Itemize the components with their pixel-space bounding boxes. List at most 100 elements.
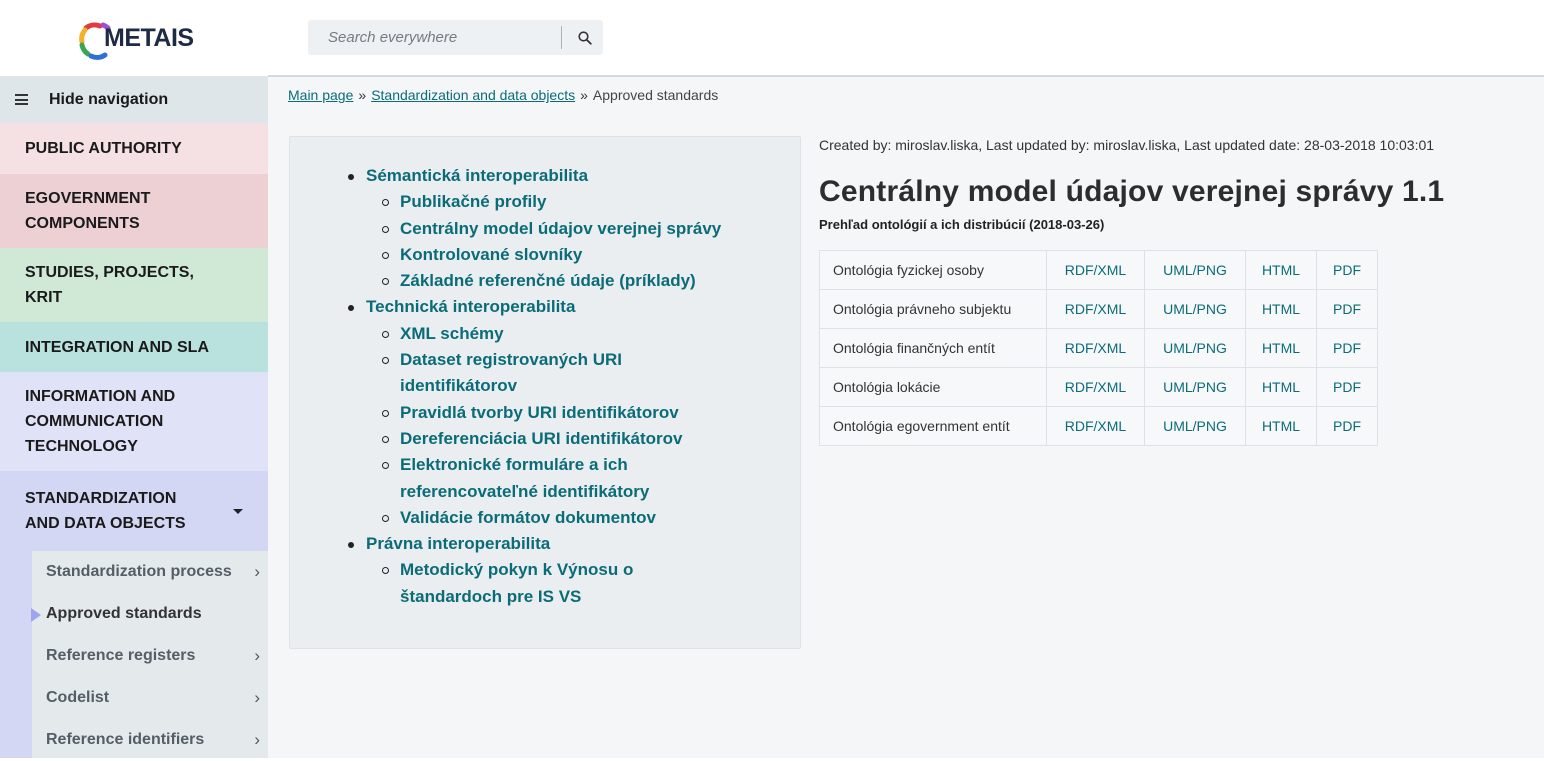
toc-link[interactable]: Sémantická interoperabilita [366, 166, 588, 185]
toc-section: Sémantická interoperabilita [348, 163, 721, 189]
sidebar: Hide navigation PUBLIC AUTHORITY EGOVERN… [0, 76, 268, 758]
sidebar-item-egovernment-components[interactable]: EGOVERNMENT COMPONENTS [0, 174, 268, 248]
subnav-label: Approved standards [46, 605, 202, 622]
table-cell: PDF [1316, 289, 1378, 329]
metais-logo[interactable]: METAIS [78, 20, 198, 60]
toc-link[interactable]: Validácie formátov dokumentov [400, 508, 656, 527]
main-content: Main page » Standardization and data objec… [268, 77, 1544, 758]
table-cell: UML/PNG [1144, 328, 1246, 368]
pdf-link[interactable]: PDF [1333, 340, 1361, 356]
html-link[interactable]: HTML [1262, 262, 1300, 278]
page-metadata: Created by: miroslav.liska, Last updated… [819, 137, 1435, 153]
toc-link[interactable]: Centrálny model údajov verejnej správy [400, 219, 721, 238]
ontology-name: Ontológia fyzickej osoby [819, 250, 1047, 290]
sidebar-submenu-wrapper: Standardization process › Approved stand… [0, 551, 268, 758]
toc-section: Právna interoperabilita [348, 531, 721, 557]
toc-link[interactable]: Právna interoperabilita [366, 534, 550, 553]
breadcrumb-separator: » [580, 87, 588, 103]
toc-item: Dataset registrovaných URI identifikátor… [348, 347, 721, 400]
toc-link[interactable]: Elektronické formuláre a ich referencova… [400, 452, 690, 505]
sidebar-item-public-authority[interactable]: PUBLIC AUTHORITY [0, 123, 268, 174]
toc-link[interactable]: Publikačné profily [400, 192, 546, 211]
pdf-link[interactable]: PDF [1333, 262, 1361, 278]
active-marker-icon [31, 608, 41, 622]
search-button[interactable] [566, 20, 603, 55]
ontology-table: Ontológia fyzickej osoby RDF/XML UML/PNG… [819, 250, 1378, 446]
rdf-xml-link[interactable]: RDF/XML [1065, 301, 1126, 317]
html-link[interactable]: HTML [1262, 301, 1300, 317]
toc-item: Publikačné profily [348, 189, 721, 215]
table-cell: HTML [1245, 367, 1317, 407]
table-cell: UML/PNG [1144, 250, 1246, 290]
table-cell: UML/PNG [1144, 406, 1246, 446]
subnav-standardization-process[interactable]: Standardization process › [32, 551, 268, 593]
table-row: Ontológia egovernment entít RDF/XML UML/… [819, 406, 1378, 446]
hide-navigation-toggle[interactable]: Hide navigation [0, 76, 268, 123]
hide-navigation-label: Hide navigation [49, 90, 169, 108]
toc-item: Dereferenciácia URI identifikátorov [348, 426, 721, 452]
table-cell: RDF/XML [1046, 406, 1145, 446]
table-row: Ontológia právneho subjektu RDF/XML UML/… [819, 289, 1378, 329]
search-input[interactable] [308, 20, 560, 55]
breadcrumb-main-page[interactable]: Main page [288, 87, 353, 103]
toc-link[interactable]: XML schémy [400, 324, 504, 343]
table-cell: HTML [1245, 328, 1317, 368]
pdf-link[interactable]: PDF [1333, 379, 1361, 395]
toc-link[interactable]: Dataset registrovaných URI identifikátor… [400, 347, 680, 400]
sidebar-item-ict[interactable]: INFORMATION AND COMMUNICATION TECHNOLOGY [0, 372, 268, 471]
breadcrumb-standardization[interactable]: Standardization and data objects [371, 87, 575, 103]
rdf-xml-link[interactable]: RDF/XML [1065, 340, 1126, 356]
pdf-link[interactable]: PDF [1333, 418, 1361, 434]
subnav-codelist[interactable]: Codelist › [32, 677, 268, 719]
toc-item: Kontrolované slovníky [348, 242, 721, 268]
html-link[interactable]: HTML [1262, 379, 1300, 395]
search-box [308, 20, 603, 55]
table-cell: PDF [1316, 328, 1378, 368]
sidebar-item-studies-projects-krit[interactable]: STUDIES, PROJECTS, KRIT [0, 248, 268, 322]
sidebar-item-integration-and-sla[interactable]: INTEGRATION AND SLA [0, 322, 268, 372]
html-link[interactable]: HTML [1262, 340, 1300, 356]
subnav-label: Reference identifiers [46, 731, 205, 748]
toc-link[interactable]: Technická interoperabilita [366, 297, 575, 316]
uml-png-link[interactable]: UML/PNG [1163, 301, 1227, 317]
uml-png-link[interactable]: UML/PNG [1163, 262, 1227, 278]
logo-area: METAIS [0, 0, 268, 76]
chevron-right-icon: › [254, 688, 260, 707]
toc-link[interactable]: Dereferenciácia URI identifikátorov [400, 429, 682, 448]
search-icon [577, 30, 592, 45]
table-cell: UML/PNG [1144, 367, 1246, 407]
ontology-name: Ontológia finančných entít [819, 328, 1047, 368]
toc-section: Technická interoperabilita [348, 294, 721, 320]
table-cell: UML/PNG [1144, 289, 1246, 329]
uml-png-link[interactable]: UML/PNG [1163, 340, 1227, 356]
html-link[interactable]: HTML [1262, 418, 1300, 434]
subnav-reference-identifiers[interactable]: Reference identifiers › [32, 719, 268, 761]
table-cell: PDF [1316, 367, 1378, 407]
uml-png-link[interactable]: UML/PNG [1163, 379, 1227, 395]
table-cell: HTML [1245, 406, 1317, 446]
sidebar-item-label: STUDIES, PROJECTS, KRIT [25, 264, 194, 306]
uml-png-link[interactable]: UML/PNG [1163, 418, 1227, 434]
sidebar-item-label: PUBLIC AUTHORITY [25, 140, 182, 157]
toc-link[interactable]: Kontrolované slovníky [400, 245, 582, 264]
toc-link[interactable]: Základné referenčné údaje (príklady) [400, 271, 696, 290]
subnav-approved-standards[interactable]: Approved standards [31, 593, 268, 635]
table-cell: RDF/XML [1046, 328, 1145, 368]
page-subtitle: Prehľad ontológií a ich distribúcií (201… [819, 217, 1105, 232]
rdf-xml-link[interactable]: RDF/XML [1065, 262, 1126, 278]
table-cell: PDF [1316, 250, 1378, 290]
breadcrumb: Main page » Standardization and data objec… [288, 87, 718, 103]
chevron-right-icon: › [254, 562, 260, 581]
table-cell: RDF/XML [1046, 289, 1145, 329]
hamburger-icon [15, 94, 28, 105]
subnav-reference-registers[interactable]: Reference registers › [32, 635, 268, 677]
toc-link[interactable]: Metodický pokyn k Výnosu o štandardoch p… [400, 557, 670, 610]
pdf-link[interactable]: PDF [1333, 301, 1361, 317]
sidebar-item-label: EGOVERNMENT COMPONENTS [25, 190, 151, 232]
toc-link[interactable]: Pravidlá tvorby URI identifikátorov [400, 403, 679, 422]
sidebar-item-standardization[interactable]: STANDARDIZATION AND DATA OBJECTS [0, 471, 268, 551]
rdf-xml-link[interactable]: RDF/XML [1065, 418, 1126, 434]
toc-item: Metodický pokyn k Výnosu o štandardoch p… [348, 557, 721, 610]
ontology-name: Ontológia egovernment entít [819, 406, 1047, 446]
rdf-xml-link[interactable]: RDF/XML [1065, 379, 1126, 395]
